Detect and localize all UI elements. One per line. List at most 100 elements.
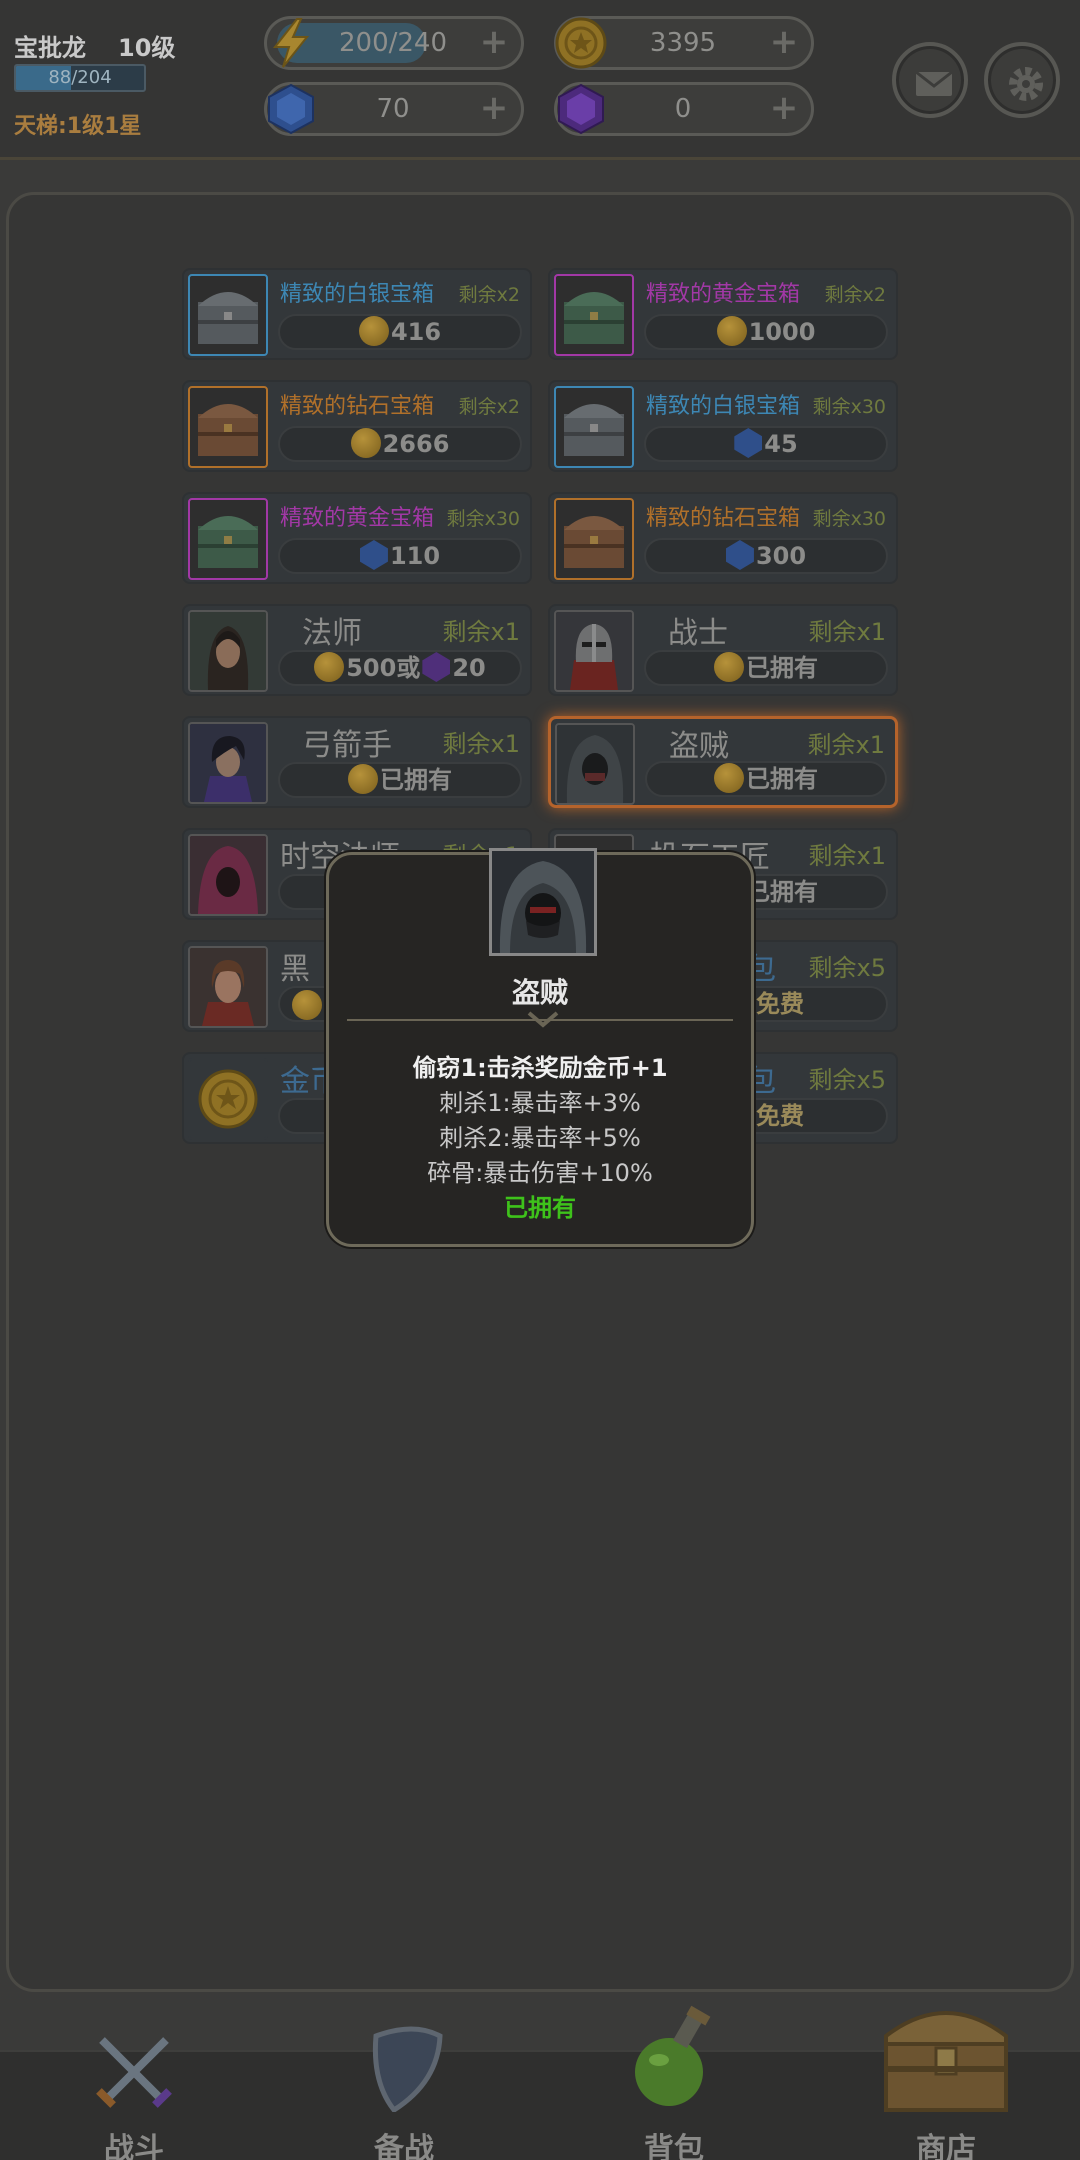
thief-portrait	[489, 848, 597, 956]
diamond-chest-icon	[188, 386, 268, 468]
silver-chest-icon	[188, 274, 268, 356]
nav-label: 战斗	[104, 2132, 164, 2160]
free-label: 免费	[756, 1102, 804, 1130]
item-quantity: 剩余x30	[812, 396, 886, 418]
item-name: 盗贼	[669, 729, 729, 764]
item-price[interactable]: 45	[644, 426, 888, 462]
item-quantity: 剩余x2	[458, 284, 520, 306]
item-name: 精致的白银宝箱	[646, 394, 801, 419]
archer-portrait	[188, 722, 268, 804]
item-name: 精致的黄金宝箱	[280, 506, 435, 531]
add-purple-gem-button[interactable]: +	[767, 91, 801, 127]
bottom-nav: 战斗 备战 背包 商店	[0, 2005, 1080, 2160]
shop-item-gold-chest[interactable]: 精致的黄金宝箱 剩余x2 1000	[548, 268, 898, 360]
gem-counter: 70 +	[264, 82, 524, 136]
item-status[interactable]: 已拥有	[645, 761, 887, 797]
diamond-chest-icon	[554, 498, 634, 580]
gold-coin-icon	[292, 990, 322, 1020]
popup-owned-status: 已拥有	[504, 1194, 576, 1222]
item-quantity: 剩余x2	[824, 284, 886, 306]
xp-bar: 88/204	[14, 64, 146, 92]
shop-item-diamond-chest[interactable]: 精致的钻石宝箱 剩余x2 2666	[182, 380, 532, 472]
item-quantity: 剩余x1	[808, 842, 886, 870]
item-name: 黑	[280, 952, 310, 987]
shop-item-thief[interactable]: 盗贼 剩余x1 已拥有	[548, 716, 898, 808]
nav-backpack[interactable]: 背包	[574, 2005, 774, 2160]
mail-button[interactable]	[892, 42, 968, 118]
item-price[interactable]: 416	[278, 314, 522, 350]
owned-label: 已拥有	[746, 654, 818, 682]
game-screen: 宝批龙 10级 88/204 天梯:1级1星 200/240 + 3395 + …	[0, 0, 1080, 2160]
item-name: 精致的黄金宝箱	[646, 282, 801, 307]
item-quantity: 剩余x1	[808, 618, 886, 646]
shop-item-silver-chest-gem[interactable]: 精致的白银宝箱 剩余x30 45	[548, 380, 898, 472]
energy-counter: 200/240 +	[264, 16, 524, 70]
blue-gem-icon	[359, 540, 388, 570]
blue-gem-icon	[734, 428, 763, 458]
item-status[interactable]: 已拥有	[278, 762, 522, 798]
item-quantity: 剩余x1	[442, 730, 520, 758]
add-gold-button[interactable]: +	[767, 25, 801, 61]
nav-shop[interactable]: 商店	[846, 2011, 1046, 2160]
price-or: 或	[396, 654, 421, 682]
gold-counter: 3395 +	[554, 16, 814, 70]
ladder-rank: 天梯:1级1星	[14, 114, 142, 139]
crossed-swords-icon	[96, 2037, 172, 2108]
shop-item-mage[interactable]: 法师 剩余x1 500或 20	[182, 604, 532, 696]
item-price[interactable]: 500或 20	[278, 650, 522, 686]
item-quantity: 剩余x2	[458, 396, 520, 418]
gold-coin-icon	[188, 1058, 268, 1140]
hero-detail-popup[interactable]: 盗贼 偷窃1:击杀奖励金币+1 刺杀1:暴击率+3% 刺杀2:暴击率+5% 碎骨…	[326, 848, 754, 1247]
item-price[interactable]: 300	[644, 538, 888, 574]
silver-chest-icon	[554, 386, 634, 468]
add-gem-button[interactable]: +	[477, 91, 511, 127]
price-value: 2666	[382, 430, 450, 458]
purple-gem-icon	[422, 652, 451, 682]
shop-item-archer[interactable]: 弓箭手 剩余x1 已拥有	[182, 716, 532, 808]
item-price[interactable]: 2666	[278, 426, 522, 462]
potion-icon	[635, 2005, 711, 2106]
shop-item-warrior[interactable]: 战士 剩余x1 已拥有	[548, 604, 898, 696]
nav-prepare[interactable]: 备战	[304, 2026, 504, 2160]
price-value: 1000	[748, 318, 816, 346]
skill-line: 刺杀2:暴击率+5%	[439, 1124, 641, 1152]
treasure-chest-icon	[884, 2011, 1008, 2112]
item-quantity: 剩余x1	[807, 731, 885, 759]
price-coin-value: 500	[346, 654, 397, 682]
item-price[interactable]: 1000	[644, 314, 888, 350]
shop-item-silver-chest[interactable]: 精致的白银宝箱 剩余x2 416	[182, 268, 532, 360]
shop-item-gold-chest-gem[interactable]: 精致的黄金宝箱 剩余x30 110	[182, 492, 532, 584]
owned-label: 已拥有	[746, 878, 818, 906]
player-level: 10级	[118, 34, 176, 62]
blue-gem-icon	[268, 83, 314, 135]
purple-gem-icon	[558, 83, 604, 135]
nav-battle[interactable]: 战斗	[34, 2037, 234, 2160]
gold-coin-icon	[350, 428, 381, 458]
chrono-mage-portrait	[188, 834, 268, 916]
gold-value: 3395	[649, 28, 717, 58]
price-value: 45	[764, 430, 798, 458]
settings-button[interactable]	[984, 42, 1060, 118]
gold-chest-icon	[554, 274, 634, 356]
item-price[interactable]: 110	[278, 538, 522, 574]
item-quantity: 剩余x30	[812, 508, 886, 530]
item-name: 战士	[668, 616, 728, 651]
gold-coin-icon	[555, 17, 607, 69]
skill-line: 偷窃1:击杀奖励金币+1	[412, 1054, 668, 1082]
price-value: 300	[755, 542, 807, 570]
skill-line: 碎骨:暴击伤害+10%	[427, 1159, 653, 1187]
gold-coin-icon	[348, 764, 378, 794]
gold-coin-icon	[714, 652, 744, 682]
gold-coin-icon	[358, 316, 389, 346]
add-energy-button[interactable]: +	[477, 25, 511, 61]
xp-text: 88/204	[48, 67, 112, 88]
purple-gem-counter: 0 +	[554, 82, 814, 136]
chevron-down-icon	[527, 1011, 559, 1028]
shop-item-diamond-chest-gem[interactable]: 精致的钻石宝箱 剩余x30 300	[548, 492, 898, 584]
price-gem-value: 20	[452, 654, 486, 682]
purple-gem-value: 0	[674, 94, 692, 124]
item-status[interactable]: 已拥有	[644, 650, 888, 686]
nav-label: 商店	[916, 2132, 976, 2160]
gold-coin-icon	[714, 763, 744, 793]
item-name: 精致的钻石宝箱	[646, 506, 801, 531]
